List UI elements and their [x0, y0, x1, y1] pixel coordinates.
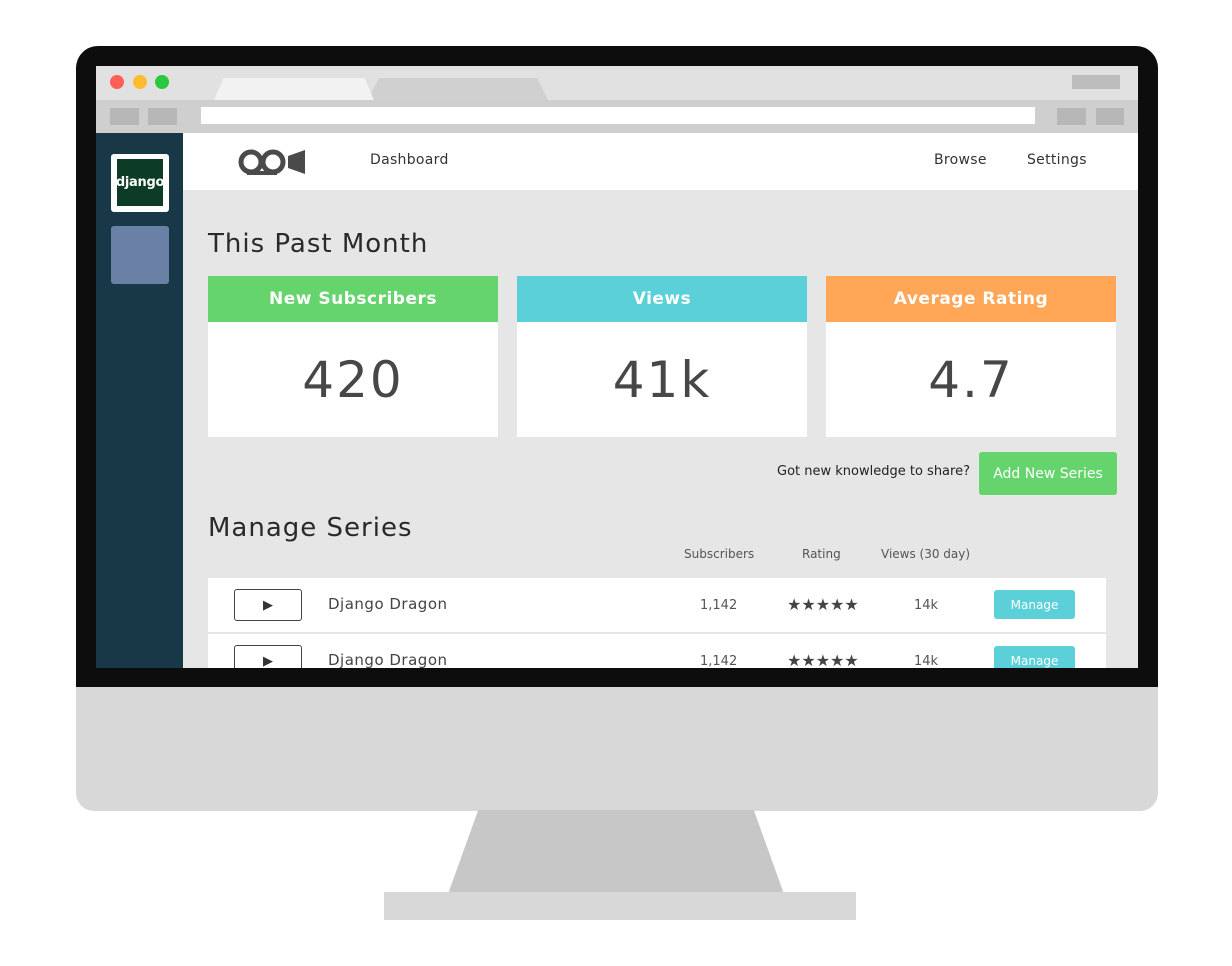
- nav-browse[interactable]: Browse: [934, 152, 987, 168]
- menu-button[interactable]: [1096, 108, 1124, 125]
- browser-tab-active[interactable]: [214, 78, 374, 100]
- stat-card-subscribers: New Subscribers 420: [208, 276, 498, 437]
- close-window-button[interactable]: [110, 75, 124, 89]
- top-nav: Dashboard Browse Settings: [183, 133, 1138, 190]
- stats-section-title: This Past Month: [208, 229, 429, 259]
- manage-button[interactable]: Manage: [994, 590, 1075, 619]
- monitor-stand: [448, 810, 784, 894]
- series-row: ▶ Django Dragon 1,142 ★★★★★ 14k Manage: [208, 578, 1106, 632]
- video-camera-logo-icon[interactable]: [237, 147, 307, 181]
- stat-card-views: Views 41k: [517, 276, 807, 437]
- manage-series-title: Manage Series: [208, 513, 413, 543]
- series-views: 14k: [914, 654, 939, 668]
- stat-card-rating: Average Rating 4.7: [826, 276, 1116, 437]
- django-logo: django: [116, 159, 164, 206]
- series-name[interactable]: Django Dragon: [328, 651, 448, 668]
- stat-card-label: New Subscribers: [208, 276, 498, 322]
- star-rating-icon: ★★★★★: [787, 595, 859, 614]
- star-rating-icon: ★★★★★: [787, 651, 859, 668]
- nav-dashboard[interactable]: Dashboard: [370, 152, 449, 168]
- extension-button[interactable]: [1057, 108, 1086, 125]
- stat-card-label: Average Rating: [826, 276, 1116, 322]
- series-row: ▶ Django Dragon 1,142 ★★★★★ 14k Manage: [208, 634, 1106, 668]
- stat-card-value: 41k: [612, 350, 712, 409]
- monitor-stand-base: [384, 892, 856, 920]
- forward-button[interactable]: [148, 108, 177, 125]
- column-header-rating: Rating: [802, 547, 841, 561]
- column-header-views: Views (30 day): [881, 547, 971, 561]
- series-name[interactable]: Django Dragon: [328, 595, 448, 613]
- stat-card-value: 420: [302, 350, 404, 409]
- add-new-series-button[interactable]: Add New Series: [979, 452, 1117, 495]
- back-button[interactable]: [110, 108, 139, 125]
- window-control[interactable]: [1072, 75, 1120, 89]
- play-icon[interactable]: ▶: [234, 645, 302, 668]
- share-prompt: Got new knowledge to share?: [777, 464, 970, 479]
- screen: django Dashboard Browse Settings This Pa…: [96, 66, 1138, 668]
- minimize-window-button[interactable]: [133, 75, 147, 89]
- sidebar-app-placeholder[interactable]: [111, 226, 169, 284]
- monitor-chin: [76, 687, 1158, 811]
- app-sidebar: django: [96, 133, 183, 668]
- stat-card-value: 4.7: [928, 350, 1014, 409]
- series-subscribers: 1,142: [700, 598, 738, 613]
- browser-chrome: [96, 66, 1138, 133]
- browser-tab-inactive[interactable]: [368, 78, 548, 100]
- manage-button[interactable]: Manage: [994, 646, 1075, 668]
- stat-card-label: Views: [517, 276, 807, 322]
- nav-settings[interactable]: Settings: [1027, 152, 1087, 168]
- series-subscribers: 1,142: [700, 654, 738, 668]
- sidebar-app-django[interactable]: django: [111, 154, 169, 212]
- maximize-window-button[interactable]: [155, 75, 169, 89]
- series-views: 14k: [914, 598, 939, 613]
- play-icon[interactable]: ▶: [234, 589, 302, 621]
- browser-toolbar: [96, 100, 1138, 133]
- address-bar[interactable]: [201, 107, 1035, 124]
- column-header-subscribers: Subscribers: [684, 547, 755, 561]
